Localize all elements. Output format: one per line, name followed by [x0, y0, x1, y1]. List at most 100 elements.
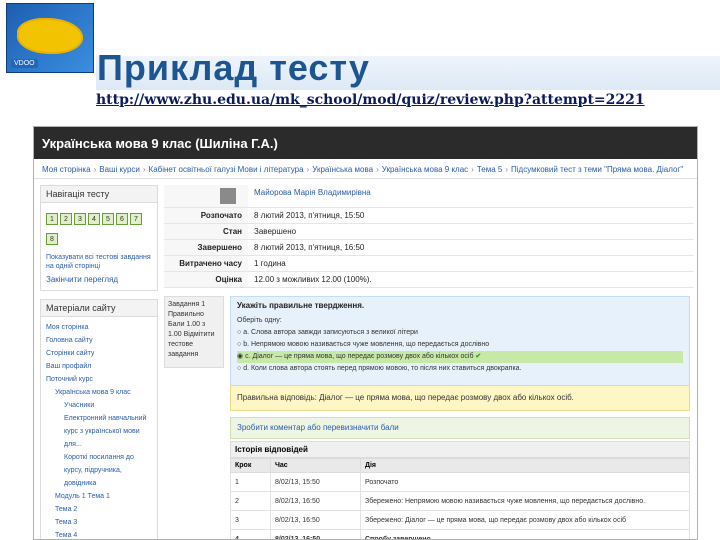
- summary-label: Розпочато: [164, 208, 248, 224]
- site-tree-item[interactable]: Короткі посилання до курсу, підручника, …: [46, 451, 152, 490]
- summary-value: 8 лютий 2013, п'ятниця, 16:50: [248, 240, 694, 256]
- col-time: Час: [270, 458, 361, 473]
- answer-option-text: a. Слова автора завжди записуються з вел…: [243, 329, 418, 336]
- site-tree-item-label: Модуль 1 Тема 1: [55, 493, 110, 500]
- site-tree-item-label: Тема 4: [55, 532, 78, 539]
- history-cell-time: 8/02/13, 16:50: [270, 529, 361, 539]
- slide-header: VDOO Приклад тесту http://www.zhu.edu.ua…: [0, 0, 720, 125]
- breadcrumb-item[interactable]: Українська мова: [312, 165, 373, 174]
- slide-url-link[interactable]: http://www.zhu.edu.ua/mk_school/mod/quiz…: [96, 92, 666, 109]
- col-action: Дія: [360, 458, 690, 473]
- history-title: Історія відповідей: [230, 441, 690, 458]
- site-tree-item-label: Українська мова 9 клас: [55, 389, 131, 396]
- site-tree-item[interactable]: Моя сторінка: [46, 321, 152, 334]
- site-tree-item[interactable]: Тема 3: [46, 516, 152, 529]
- attempt-summary: Майорова Марія Владимирівна Розпочато 8 л…: [164, 185, 694, 288]
- table-row: 1 8/02/13, 15:50 Розпочато: [230, 472, 690, 492]
- summary-label: Витрачено часу: [164, 256, 248, 272]
- breadcrumb-separator: ›: [376, 165, 379, 174]
- site-tree-item[interactable]: Головна сайту: [46, 334, 152, 347]
- logo: VDOO: [6, 3, 94, 73]
- site-tree-item-label: Ваш профайл: [46, 363, 92, 370]
- history-cell-action: Збережено: Непрямою мовою називається чу…: [360, 491, 690, 511]
- site-materials-title: Матеріали сайту: [41, 300, 157, 317]
- question-nav-button[interactable]: 6: [116, 213, 128, 225]
- screenshot-frame: Українська мова 9 клас (Шиліна Г.А.) Моя…: [33, 126, 698, 540]
- site-tree-item[interactable]: Тема 4: [46, 529, 152, 539]
- history-cell-time: 8/02/13, 15:50: [270, 472, 361, 492]
- breadcrumb-separator: ›: [142, 165, 146, 174]
- site-tree-item-label: Тема 2: [55, 506, 78, 513]
- question-body: Укажіть правильне твердження. Оберіть од…: [230, 296, 690, 394]
- summary-value: Завершено: [248, 224, 694, 240]
- site-tree-item[interactable]: Тема 2: [46, 503, 152, 516]
- question-nav-button[interactable]: 8: [46, 233, 58, 245]
- avatar: [220, 188, 236, 204]
- comment-link[interactable]: Зробити коментар або перевизначити бали: [230, 417, 690, 439]
- answer-option[interactable]: ○ a. Слова автора завжди записуються з в…: [237, 327, 683, 339]
- site-tree-item-label: Сторінки сайту: [46, 350, 95, 357]
- site-tree-item-label: Поточний курс: [46, 376, 93, 383]
- breadcrumb-item[interactable]: Українська мова 9 клас: [382, 165, 468, 174]
- question-nav-button[interactable]: 1: [46, 213, 58, 225]
- show-all-link[interactable]: Показувати всі тестові завдання на одній…: [41, 253, 157, 275]
- question-nav-button[interactable]: 5: [102, 213, 114, 225]
- response-history: Історія відповідей Крок Час Дія 1 8/02/13…: [230, 441, 690, 539]
- answer-options: ○ a. Слова автора завжди записуються з в…: [237, 327, 683, 375]
- site-tree-item-label: Моя сторінка: [46, 324, 89, 331]
- site-tree-item-label: Електронний навчальний курс з українсько…: [64, 415, 147, 448]
- table-row: 4 8/02/13, 16:50 Спробу завершено: [230, 529, 690, 539]
- site-tree-item[interactable]: Сторінки сайту: [46, 347, 152, 360]
- question-nav-button[interactable]: 2: [60, 213, 72, 225]
- answer-option[interactable]: ◉ c. Діалог — це пряма мова, що передає …: [237, 351, 683, 363]
- answer-option-text: b. Непрямою мовою називається чуже мовле…: [243, 341, 490, 348]
- history-cell-step: 2: [230, 491, 271, 511]
- course-header: Українська мова 9 клас (Шиліна Г.А.): [34, 127, 697, 159]
- answer-option[interactable]: ○ b. Непрямою мовою називається чуже мов…: [237, 339, 683, 351]
- question-info: Завдання 1 Правильно Бали 1.00 з 1.00 Ві…: [164, 296, 224, 368]
- summary-user[interactable]: Майорова Марія Владимирівна: [248, 185, 694, 208]
- site-tree-item[interactable]: Електронний навчальний курс з українсько…: [46, 412, 152, 451]
- site-tree-item[interactable]: Ваш профайл: [46, 360, 152, 373]
- history-cell-step: 4: [230, 529, 271, 539]
- history-cell-time: 8/02/13, 16:50: [270, 510, 361, 530]
- breadcrumb-separator: ›: [471, 165, 474, 174]
- summary-value: 1 година: [248, 256, 694, 272]
- answer-option-text: c. Діалог — це пряма мова, що передає ро…: [245, 353, 474, 360]
- question-row: Завдання 1 Правильно Бали 1.00 з 1.00 Ві…: [164, 296, 694, 394]
- summary-value: 12.00 з можливих 12.00 (100%).: [248, 272, 694, 288]
- logo-text: VDOO: [11, 59, 38, 68]
- table-row: 3 8/02/13, 16:50 Збережено: Діалог — це пр…: [230, 510, 690, 530]
- site-tree-item[interactable]: Українська мова 9 клас: [46, 386, 152, 399]
- summary-label: Стан: [164, 224, 248, 240]
- breadcrumb-item[interactable]: Ваші курси: [99, 165, 140, 174]
- breadcrumb-item[interactable]: Тема 5: [477, 165, 503, 174]
- finish-review-link[interactable]: Закінчити перегляд: [41, 275, 157, 290]
- site-tree-item[interactable]: Поточний курс: [46, 373, 152, 386]
- answer-option-text: d. Коли слова автора стоять перед прямою…: [243, 365, 522, 372]
- breadcrumb-item[interactable]: Кабінет освітньої галузі Мови і літерату…: [149, 165, 304, 174]
- site-tree-item-label: Головна сайту: [46, 337, 93, 344]
- breadcrumb-item[interactable]: Підсумковий тест з теми "Пряма мова. Діа…: [511, 165, 683, 174]
- question-nav-button[interactable]: 4: [88, 213, 100, 225]
- site-tree-item-label: Короткі посилання до курсу, підручника, …: [64, 454, 134, 487]
- quiz-navigation-block: Навігація тесту 1 2 3 4 5 6 7 8 Показувати всі …: [40, 185, 158, 291]
- site-tree-item[interactable]: Учасники: [46, 399, 152, 412]
- question-nav-button[interactable]: 3: [74, 213, 86, 225]
- history-cell-step: 3: [230, 510, 271, 530]
- breadcrumb-item[interactable]: Моя сторінка: [42, 165, 91, 174]
- question-nav-button[interactable]: 7: [130, 213, 142, 225]
- history-cell-action: Збережено: Діалог — це пряма мова, що пе…: [360, 510, 690, 530]
- history-cell-action: Розпочато: [360, 472, 690, 492]
- history-cell-time: 8/02/13, 16:50: [270, 491, 361, 511]
- choose-one-label: Оберіть одну:: [237, 317, 282, 324]
- site-tree-item[interactable]: Модуль 1 Тема 1: [46, 490, 152, 503]
- site-tree-item-label: Учасники: [64, 402, 95, 409]
- correct-answer-feedback: Правильна відповідь: Діалог — це пряма м…: [230, 385, 690, 411]
- left-column: Навігація тесту 1 2 3 4 5 6 7 8 Показувати всі …: [40, 185, 158, 539]
- breadcrumb-separator: ›: [93, 165, 97, 174]
- site-tree-item-label: Тема 3: [55, 519, 78, 526]
- ukraine-map-icon: [17, 18, 83, 54]
- answer-option[interactable]: ○ d. Коли слова автора стоять перед прям…: [237, 363, 683, 375]
- radio-icon[interactable]: ◉: [237, 353, 245, 360]
